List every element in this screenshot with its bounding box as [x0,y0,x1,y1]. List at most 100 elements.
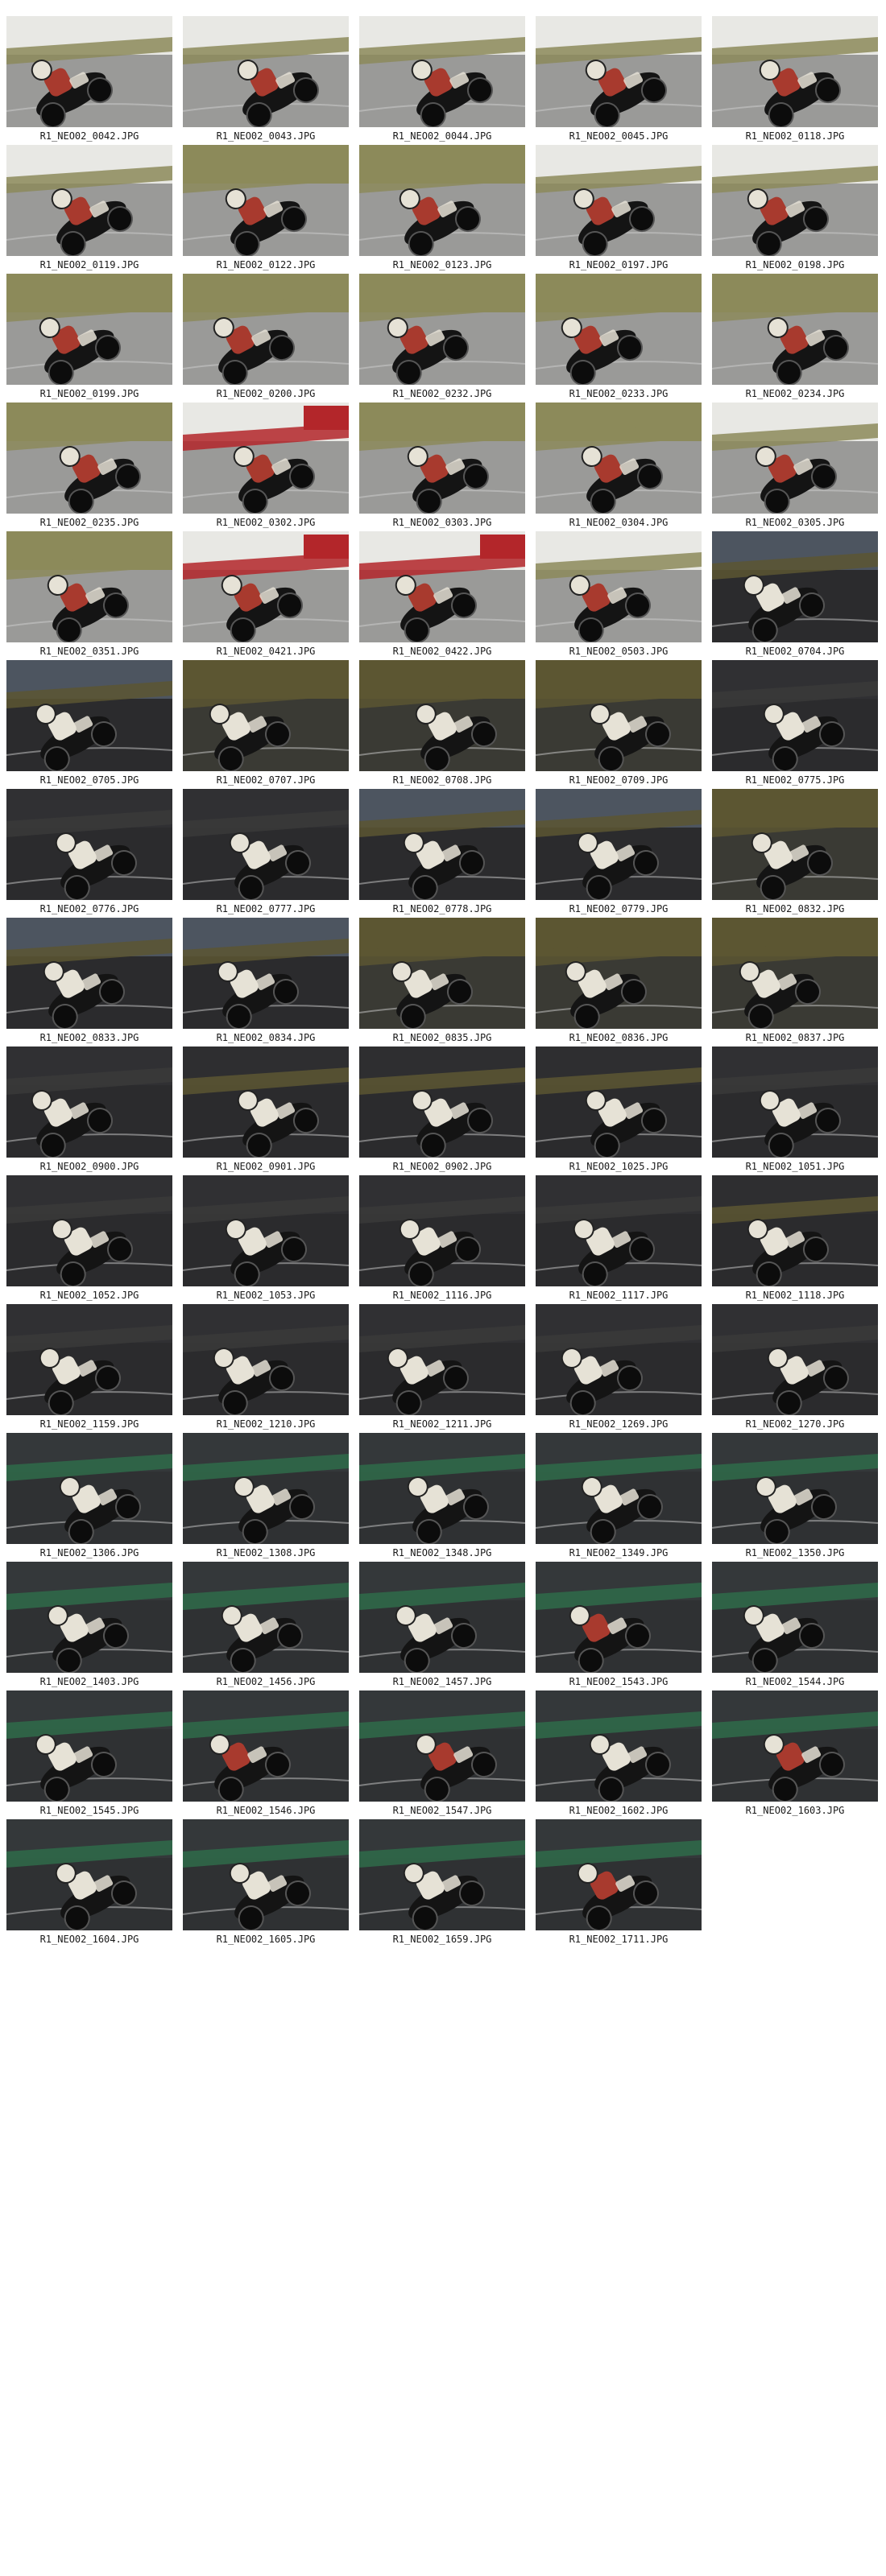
photo-thumbnail[interactable] [6,1819,172,1930]
photo-filename[interactable]: R1_NEO02_0775.JPG [712,774,878,786]
gallery-item[interactable]: R1_NEO02_1659.JPG [359,1819,525,1950]
photo-filename[interactable]: R1_NEO02_0303.JPG [359,516,525,529]
photo-thumbnail[interactable] [183,1304,349,1415]
gallery-item[interactable]: R1_NEO02_0779.JPG [536,789,702,919]
gallery-item[interactable]: R1_NEO02_1545.JPG [6,1690,172,1821]
gallery-item[interactable]: R1_NEO02_0902.JPG [359,1046,525,1177]
gallery-item[interactable]: R1_NEO02_0303.JPG [359,402,525,533]
photo-thumbnail[interactable] [183,660,349,771]
gallery-item[interactable]: R1_NEO02_0235.JPG [6,402,172,533]
photo-filename[interactable]: R1_NEO02_0200.JPG [183,387,349,400]
photo-filename[interactable]: R1_NEO02_1269.JPG [536,1418,702,1430]
photo-thumbnail[interactable] [712,274,878,385]
photo-thumbnail[interactable] [712,1046,878,1158]
gallery-item[interactable]: R1_NEO02_1602.JPG [536,1690,702,1821]
gallery-item[interactable]: R1_NEO02_0198.JPG [712,145,878,275]
gallery-item[interactable]: R1_NEO02_1543.JPG [536,1562,702,1692]
gallery-item[interactable]: R1_NEO02_0836.JPG [536,918,702,1048]
photo-filename[interactable]: R1_NEO02_0776.JPG [6,902,172,915]
photo-filename[interactable]: R1_NEO02_0233.JPG [536,387,702,400]
photo-filename[interactable]: R1_NEO02_0704.JPG [712,645,878,658]
gallery-item[interactable]: R1_NEO02_0900.JPG [6,1046,172,1177]
photo-filename[interactable]: R1_NEO02_0042.JPG [6,130,172,142]
photo-filename[interactable]: R1_NEO02_0902.JPG [359,1160,525,1173]
photo-thumbnail[interactable] [6,1046,172,1158]
photo-thumbnail[interactable] [359,660,525,771]
photo-thumbnail[interactable] [6,1304,172,1415]
photo-filename[interactable]: R1_NEO02_1457.JPG [359,1675,525,1688]
gallery-item[interactable]: R1_NEO02_1603.JPG [712,1690,878,1821]
photo-filename[interactable]: R1_NEO02_0836.JPG [536,1031,702,1044]
photo-filename[interactable]: R1_NEO02_1403.JPG [6,1675,172,1688]
photo-filename[interactable]: R1_NEO02_1025.JPG [536,1160,702,1173]
photo-filename[interactable]: R1_NEO02_1306.JPG [6,1546,172,1559]
photo-thumbnail[interactable] [6,660,172,771]
photo-thumbnail[interactable] [536,531,702,642]
photo-filename[interactable]: R1_NEO02_1270.JPG [712,1418,878,1430]
photo-thumbnail[interactable] [359,531,525,642]
photo-filename[interactable]: R1_NEO02_1052.JPG [6,1289,172,1302]
gallery-item[interactable]: R1_NEO02_0705.JPG [6,660,172,791]
gallery-item[interactable]: R1_NEO02_1117.JPG [536,1175,702,1306]
gallery-item[interactable]: R1_NEO02_1605.JPG [183,1819,349,1950]
gallery-item[interactable]: R1_NEO02_0199.JPG [6,274,172,404]
photo-filename[interactable]: R1_NEO02_0198.JPG [712,258,878,271]
photo-thumbnail[interactable] [536,1562,702,1673]
photo-thumbnail[interactable] [6,16,172,127]
photo-thumbnail[interactable] [536,145,702,256]
photo-filename[interactable]: R1_NEO02_1053.JPG [183,1289,349,1302]
photo-thumbnail[interactable] [536,1433,702,1544]
gallery-item[interactable]: R1_NEO02_0045.JPG [536,16,702,147]
photo-thumbnail[interactable] [536,402,702,514]
gallery-item[interactable]: R1_NEO02_1711.JPG [536,1819,702,1950]
photo-thumbnail[interactable] [6,145,172,256]
photo-thumbnail[interactable] [359,1175,525,1286]
photo-filename[interactable]: R1_NEO02_1348.JPG [359,1546,525,1559]
gallery-item[interactable]: R1_NEO02_1306.JPG [6,1433,172,1563]
photo-filename[interactable]: R1_NEO02_0118.JPG [712,130,878,142]
photo-thumbnail[interactable] [183,1690,349,1802]
photo-filename[interactable]: R1_NEO02_0837.JPG [712,1031,878,1044]
photo-thumbnail[interactable] [712,918,878,1029]
gallery-item[interactable]: R1_NEO02_1547.JPG [359,1690,525,1821]
photo-filename[interactable]: R1_NEO02_0235.JPG [6,516,172,529]
photo-filename[interactable]: R1_NEO02_0901.JPG [183,1160,349,1173]
photo-thumbnail[interactable] [359,402,525,514]
photo-filename[interactable]: R1_NEO02_1659.JPG [359,1933,525,1946]
photo-filename[interactable]: R1_NEO02_1456.JPG [183,1675,349,1688]
photo-filename[interactable]: R1_NEO02_0709.JPG [536,774,702,786]
photo-thumbnail[interactable] [536,1819,702,1930]
gallery-item[interactable]: R1_NEO02_0232.JPG [359,274,525,404]
photo-filename[interactable]: R1_NEO02_0305.JPG [712,516,878,529]
photo-filename[interactable]: R1_NEO02_1118.JPG [712,1289,878,1302]
photo-filename[interactable]: R1_NEO02_1350.JPG [712,1546,878,1559]
gallery-item[interactable]: R1_NEO02_0835.JPG [359,918,525,1048]
gallery-item[interactable]: R1_NEO02_0422.JPG [359,531,525,662]
gallery-item[interactable]: R1_NEO02_0118.JPG [712,16,878,147]
photo-filename[interactable]: R1_NEO02_0900.JPG [6,1160,172,1173]
photo-thumbnail[interactable] [6,1433,172,1544]
photo-thumbnail[interactable] [712,660,878,771]
gallery-item[interactable]: R1_NEO02_1308.JPG [183,1433,349,1563]
gallery-item[interactable]: R1_NEO02_0707.JPG [183,660,349,791]
photo-thumbnail[interactable] [6,1562,172,1673]
photo-filename[interactable]: R1_NEO02_1543.JPG [536,1675,702,1688]
photo-filename[interactable]: R1_NEO02_1545.JPG [6,1804,172,1817]
gallery-item[interactable]: R1_NEO02_0704.JPG [712,531,878,662]
photo-thumbnail[interactable] [536,789,702,900]
photo-thumbnail[interactable] [359,274,525,385]
gallery-item[interactable]: R1_NEO02_1457.JPG [359,1562,525,1692]
photo-filename[interactable]: R1_NEO02_1603.JPG [712,1804,878,1817]
gallery-item[interactable]: R1_NEO02_1116.JPG [359,1175,525,1306]
photo-filename[interactable]: R1_NEO02_0232.JPG [359,387,525,400]
photo-filename[interactable]: R1_NEO02_1159.JPG [6,1418,172,1430]
photo-filename[interactable]: R1_NEO02_1604.JPG [6,1933,172,1946]
photo-filename[interactable]: R1_NEO02_1711.JPG [536,1933,702,1946]
photo-thumbnail[interactable] [359,1690,525,1802]
gallery-item[interactable]: R1_NEO02_1546.JPG [183,1690,349,1821]
gallery-item[interactable]: R1_NEO02_0778.JPG [359,789,525,919]
gallery-item[interactable]: R1_NEO02_0777.JPG [183,789,349,919]
photo-thumbnail[interactable] [359,1819,525,1930]
gallery-item[interactable]: R1_NEO02_0832.JPG [712,789,878,919]
photo-filename[interactable]: R1_NEO02_0122.JPG [183,258,349,271]
